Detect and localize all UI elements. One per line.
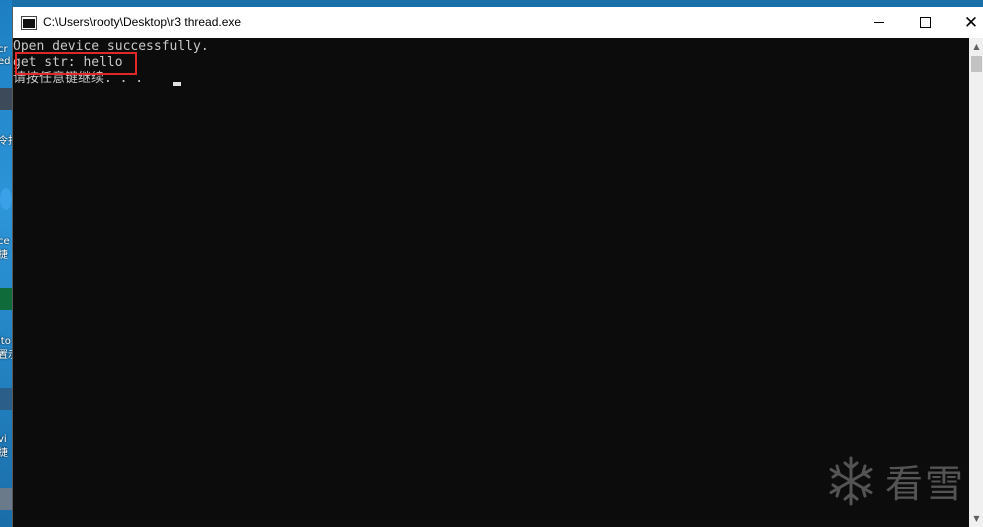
desktop-icon-label[interactable]: 捷 <box>0 250 8 261</box>
arrow-up-icon: ▲ <box>973 42 980 51</box>
maximize-button[interactable] <box>902 7 948 38</box>
desktop-app-icon[interactable] <box>0 88 12 110</box>
maximize-icon <box>919 17 931 28</box>
desktop-app-icon[interactable] <box>0 488 12 510</box>
desktop-icon-label[interactable]: ed <box>0 56 11 67</box>
close-icon: ✕ <box>963 12 979 33</box>
desktop-app-icon[interactable] <box>0 188 12 210</box>
console-window[interactable]: C:\Users\rooty\Desktop\r3 thread.exe ✕ O… <box>12 7 983 527</box>
window-title: C:\Users\rooty\Desktop\r3 thread.exe <box>43 15 242 29</box>
desktop-icon-label[interactable]: ito <box>0 336 11 347</box>
arrow-down-icon: ▼ <box>973 514 980 523</box>
desktop-icon-label[interactable]: 置示 <box>0 350 12 361</box>
desktop-icon-label[interactable]: vi <box>0 434 7 445</box>
scroll-thumb[interactable] <box>971 56 982 72</box>
desktop-icon-label[interactable]: 捷 <box>0 448 8 459</box>
scroll-down-button[interactable]: ▼ <box>969 510 983 527</box>
snowflake-icon <box>829 456 873 505</box>
desktop-background: cr ed 令找 ce 捷 ito 置示 vi 捷 <box>0 0 12 527</box>
desktop-icon-label[interactable]: 令找 <box>0 136 12 147</box>
minimize-button[interactable] <box>856 7 902 38</box>
watermark-text: 看雪 <box>885 462 966 506</box>
console-output[interactable]: Open device successfully. get str: hello… <box>13 38 967 527</box>
desktop-app-icon[interactable] <box>0 388 12 410</box>
title-bar[interactable]: C:\Users\rooty\Desktop\r3 thread.exe ✕ <box>13 7 983 38</box>
scroll-up-button[interactable]: ▲ <box>969 38 983 55</box>
desktop-icon-label[interactable]: ce <box>0 236 10 247</box>
minimize-icon <box>874 22 884 23</box>
vertical-scrollbar[interactable]: ▲ ▼ <box>969 38 983 527</box>
desktop-app-icon[interactable] <box>0 288 12 310</box>
text-cursor <box>173 82 181 86</box>
watermark: 看雪 <box>825 453 965 508</box>
close-button[interactable]: ✕ <box>948 7 983 38</box>
console-app-icon <box>21 16 37 30</box>
desktop-icon-label[interactable]: cr <box>0 44 8 55</box>
highlight-annotation-box <box>15 52 137 75</box>
